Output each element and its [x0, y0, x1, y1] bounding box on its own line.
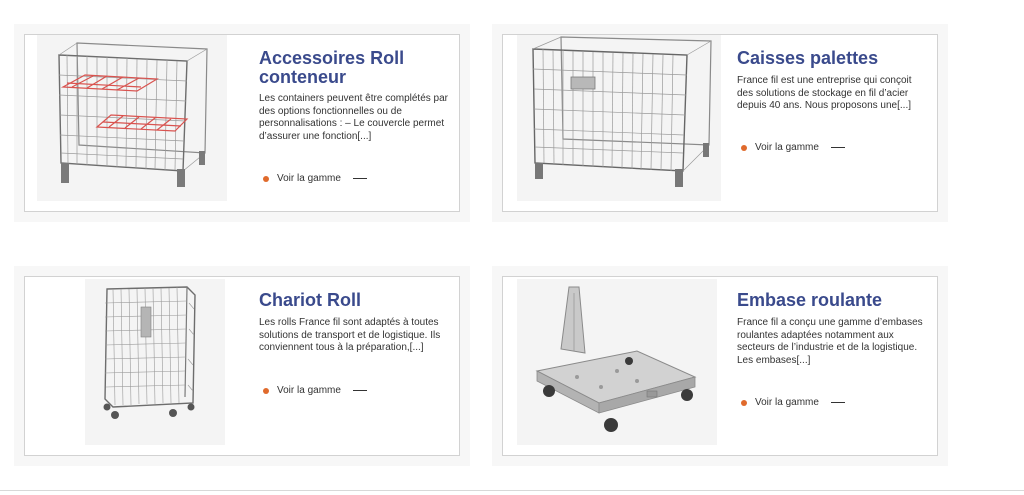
card-title[interactable]: Embase roulante [737, 291, 927, 310]
product-card-chariot: Chariot Roll Les rolls France fil sont a… [14, 266, 470, 466]
link-label: Voir la gamme [755, 397, 819, 408]
page-divider [0, 490, 1024, 491]
card-description: France fil a conçu une gamme d’embases r… [737, 317, 923, 366]
wire-container-with-red-shelves-icon[interactable] [37, 35, 227, 201]
card-description: France fil est une entreprise qui conçoi… [737, 75, 912, 111]
bullet-icon [263, 387, 269, 394]
card-title[interactable]: Accessoires Roll conteneur [259, 49, 449, 87]
product-card-inner[interactable]: Chariot Roll Les rolls France fil sont a… [24, 276, 460, 456]
card-title[interactable]: Caisses palettes [737, 49, 927, 68]
bullet-icon [741, 144, 747, 151]
bullet-icon [741, 399, 747, 406]
link-label: Voir la gamme [755, 142, 819, 153]
wire-pallet-box-icon[interactable] [517, 35, 721, 201]
product-card-inner[interactable]: Embase roulante France fil a conçu une g… [502, 276, 938, 456]
dash-icon [830, 402, 845, 403]
card-title[interactable]: Chariot Roll [259, 291, 449, 310]
product-card-caisses: Caisses palettes France fil est une entr… [492, 24, 948, 222]
card-description: Les rolls France fil sont adaptés à tout… [259, 317, 441, 353]
voir-la-gamme-link[interactable]: Voir la gamme [741, 142, 845, 153]
roll-cage-trolley-icon[interactable] [85, 279, 225, 445]
dash-icon [352, 390, 367, 391]
card-description: Les containers peuvent être complétés pa… [259, 93, 448, 142]
product-card-inner[interactable]: Accessoires Roll conteneur Les container… [24, 34, 460, 212]
dash-icon [830, 147, 845, 148]
product-card-inner[interactable]: Caisses palettes France fil est une entr… [502, 34, 938, 212]
product-card-accessoires: Accessoires Roll conteneur Les container… [14, 24, 470, 222]
rolling-base-platform-icon[interactable] [517, 279, 717, 445]
dash-icon [352, 178, 367, 179]
link-label: Voir la gamme [277, 173, 341, 184]
product-card-embase: Embase roulante France fil a conçu une g… [492, 266, 948, 466]
link-label: Voir la gamme [277, 385, 341, 396]
bullet-icon [263, 175, 269, 182]
voir-la-gamme-link[interactable]: Voir la gamme [263, 173, 367, 184]
voir-la-gamme-link[interactable]: Voir la gamme [263, 385, 367, 396]
voir-la-gamme-link[interactable]: Voir la gamme [741, 397, 845, 408]
